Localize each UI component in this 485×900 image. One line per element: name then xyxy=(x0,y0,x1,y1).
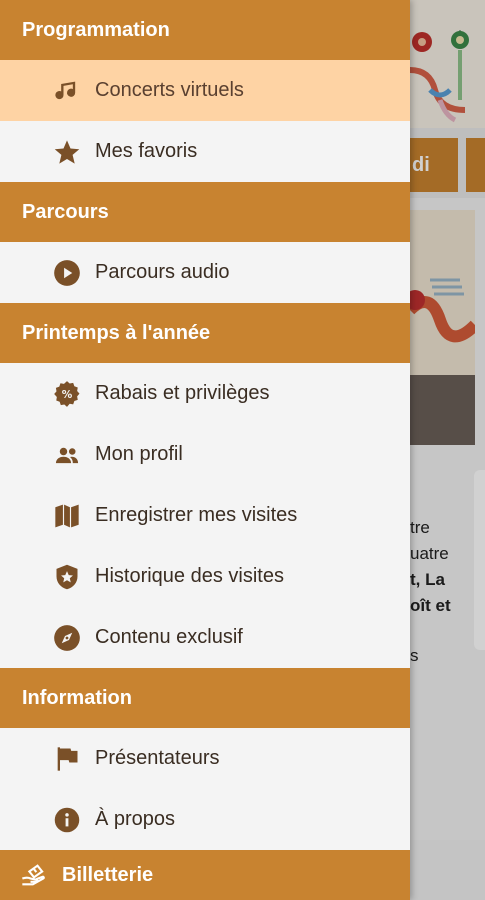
menu-item-label: À propos xyxy=(95,808,176,830)
discount-badge-icon: % xyxy=(52,379,82,409)
ticket-hand-icon xyxy=(20,860,50,890)
menu-item-label: Historique des visites xyxy=(95,565,284,587)
billetterie-button[interactable]: Billetterie xyxy=(0,850,410,900)
flag-icon xyxy=(52,744,82,774)
svg-text:%: % xyxy=(62,389,73,401)
music-note-icon xyxy=(52,76,82,106)
billetterie-label: Billetterie xyxy=(62,863,154,886)
play-circle-icon xyxy=(52,258,82,288)
menu-item-concerts-virtuels[interactable]: Concerts virtuels xyxy=(0,60,410,121)
menu-item-mon-profil[interactable]: Mon profil xyxy=(0,424,410,485)
menu-item-label: Enregistrer mes visites xyxy=(95,504,298,526)
navigation-drawer: Programmation Concerts virtuels Mes favo… xyxy=(0,0,410,900)
menu-item-historique[interactable]: Historique des visites xyxy=(0,546,410,607)
people-icon xyxy=(52,440,82,470)
section-header-parcours: Parcours xyxy=(0,182,410,242)
star-icon xyxy=(52,137,82,167)
menu-item-label: Mon profil xyxy=(95,443,183,465)
menu-item-label: Rabais et privilèges xyxy=(95,382,270,404)
info-icon xyxy=(52,805,82,835)
menu-item-a-propos[interactable]: À propos xyxy=(0,789,410,850)
section-header-programmation: Programmation xyxy=(0,0,410,60)
menu-item-label: Présentateurs xyxy=(95,747,220,769)
menu-item-parcours-audio[interactable]: Parcours audio xyxy=(0,242,410,303)
menu-item-rabais[interactable]: % Rabais et privilèges xyxy=(0,363,410,424)
menu-item-label: Parcours audio xyxy=(95,261,230,283)
menu-item-enregistrer-visites[interactable]: Enregistrer mes visites xyxy=(0,485,410,546)
compass-icon xyxy=(52,623,82,653)
menu-item-label: Contenu exclusif xyxy=(95,626,243,648)
menu-item-contenu-exclusif[interactable]: Contenu exclusif xyxy=(0,607,410,668)
menu-item-label: Mes favoris xyxy=(95,140,198,162)
menu-item-presentateurs[interactable]: Présentateurs xyxy=(0,728,410,789)
menu-item-mes-favoris[interactable]: Mes favoris xyxy=(0,121,410,182)
map-icon xyxy=(52,501,82,531)
section-header-information: Information xyxy=(0,668,410,728)
shield-star-icon xyxy=(52,562,82,592)
menu-item-label: Concerts virtuels xyxy=(95,79,244,101)
section-header-printemps: Printemps à l'année xyxy=(0,303,410,363)
